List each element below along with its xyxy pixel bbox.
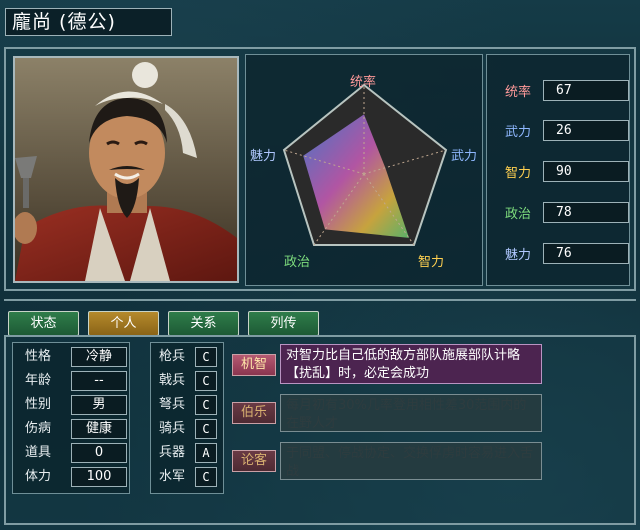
troop-aptitude-panel: 枪兵 C 戟兵 C 弩兵 C 骑兵 C 兵器 A 水军 C: [150, 342, 224, 494]
arms-label: 枪兵: [159, 349, 186, 364]
arms-value: C: [195, 395, 217, 415]
attr-row-stamina: 体力 100: [13, 467, 129, 487]
radar-label-war: 武力: [451, 149, 478, 164]
radar-label-politics: 政治: [284, 255, 311, 270]
officer-name: 龐尚 (德公): [5, 8, 172, 36]
arms-label: 骑兵: [159, 421, 186, 436]
skill-badge-bole[interactable]: 伯乐: [232, 402, 276, 424]
stat-value: 78: [543, 201, 629, 223]
radar-label-command: 统率: [350, 75, 377, 90]
arms-label: 水军: [159, 469, 186, 484]
tab-relations[interactable]: 关系: [168, 311, 239, 336]
tab-biography[interactable]: 列传: [248, 311, 319, 336]
stat-label: 武力: [505, 124, 532, 140]
attr-row-gender: 性别 男: [13, 395, 129, 415]
arms-label: 兵器: [159, 445, 186, 460]
arms-value: C: [195, 419, 217, 439]
arms-value: A: [195, 443, 217, 463]
stat-row-charisma: 魅力 76: [505, 242, 629, 264]
arms-label: 弩兵: [159, 397, 186, 412]
attr-value: 冷静: [71, 347, 127, 367]
stat-row-command: 统率 67: [505, 79, 629, 101]
attr-row-personality: 性格 冷静: [13, 347, 129, 367]
arms-value: C: [195, 371, 217, 391]
stat-value: 67: [543, 79, 629, 101]
stat-label: 智力: [505, 165, 532, 181]
attributes-panel: 性格 冷静 年龄 -- 性别 男 伤病 健康 道具 0 体力 100: [12, 342, 130, 494]
arms-row-cavalry: 骑兵 C: [151, 419, 223, 439]
stat-value: 76: [543, 242, 629, 264]
radar-label-intelligence: 智力: [418, 255, 445, 270]
stat-value: 90: [543, 160, 629, 182]
stat-row-intelligence: 智力 90: [505, 160, 629, 182]
arms-value: C: [195, 347, 217, 367]
stat-label: 魅力: [505, 247, 532, 263]
arms-value: C: [195, 467, 217, 487]
skill-badge-lunke[interactable]: 论客: [232, 450, 276, 472]
arms-row-halberd: 戟兵 C: [151, 371, 223, 391]
attr-row-age: 年龄 --: [13, 371, 129, 391]
attr-label: 性格: [25, 349, 52, 364]
attr-label: 伤病: [25, 421, 52, 436]
skill-description-lunke: 于同盟、停战协定、交换俘虏时容易进入舌战: [280, 442, 542, 480]
attr-label: 年龄: [25, 373, 52, 388]
tab-status[interactable]: 状态: [8, 311, 79, 336]
stat-label: 统率: [505, 84, 532, 100]
skill-description-jizhi: 对智力比自己低的敌方部队施展部队计略【扰乱】时，必定会成功: [280, 344, 542, 384]
skill-badge-jizhi[interactable]: 机智: [232, 354, 276, 376]
stat-value: 26: [543, 119, 629, 141]
arms-row-siege: 兵器 A: [151, 443, 223, 463]
attr-row-items: 道具 0: [13, 443, 129, 463]
attr-value: --: [71, 371, 127, 391]
attr-value: 男: [71, 395, 127, 415]
stat-label: 政治: [505, 206, 532, 222]
stat-row-politics: 政治 78: [505, 201, 629, 223]
stats-panel: 统率 67 武力 26 智力 90 政治 78 魅力 76: [486, 54, 630, 286]
skill-description-bole: 每月初有30%几率登用相性差30范围内的在野人才: [280, 394, 542, 432]
radar-label-charisma: 魅力: [250, 149, 277, 164]
attr-value: 0: [71, 443, 127, 463]
officer-portrait: [13, 56, 239, 283]
attr-row-injury: 伤病 健康: [13, 419, 129, 439]
arms-row-navy: 水军 C: [151, 467, 223, 487]
attr-value: 健康: [71, 419, 127, 439]
arms-row-crossbow: 弩兵 C: [151, 395, 223, 415]
attr-label: 性别: [25, 397, 52, 412]
stat-row-war: 武力 26: [505, 119, 629, 141]
arms-label: 戟兵: [159, 373, 186, 388]
attr-label: 体力: [25, 469, 52, 484]
tab-personal[interactable]: 个人: [88, 311, 159, 336]
stats-radar-chart: 统率 武力 智力 政治 魅力: [245, 54, 483, 286]
arms-row-spear: 枪兵 C: [151, 347, 223, 367]
attr-value: 100: [71, 467, 127, 487]
attr-label: 道具: [25, 445, 52, 460]
